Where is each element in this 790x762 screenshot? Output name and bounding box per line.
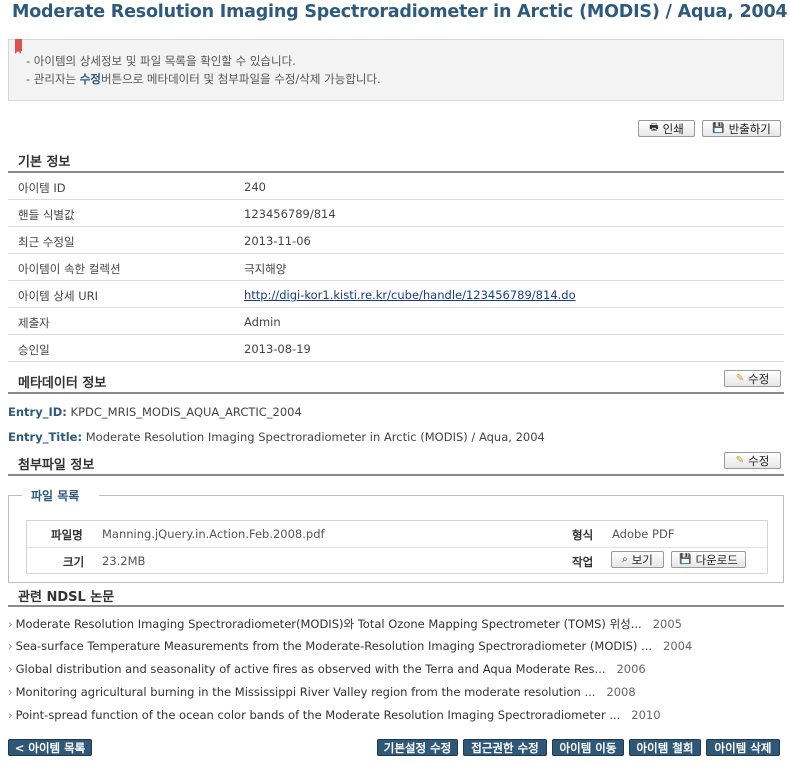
info-row-modified: 최근 수정일 2013-11-06 — [8, 227, 784, 254]
action-header: 작업 — [572, 555, 594, 569]
page-title: Moderate Resolution Imaging Spectroradio… — [12, 2, 788, 22]
list-item[interactable]: › Moderate Resolution Imaging Spectroradi… — [8, 616, 682, 632]
print-button[interactable]: 🖶 인쇄 — [638, 120, 695, 137]
item-list-button[interactable]: < 아이템 목록 — [8, 739, 92, 756]
filename-header: 파일명 — [51, 528, 83, 542]
metadata-title: 메타데이터 정보 — [18, 376, 107, 391]
info-row-submitter: 제출자 Admin — [8, 308, 784, 335]
ndsl-title: 관련 NDSL 논문 — [18, 590, 115, 605]
notice-box: - 아이템의 상세정보 및 파일 목록을 확인할 수 있습니다. - 관리자는 … — [8, 39, 784, 101]
item-delete-button[interactable]: 아이템 삭제 — [706, 739, 780, 756]
size-header: 크기 — [63, 555, 85, 569]
basic-settings-edit-button[interactable]: 기본설정 수정 — [377, 739, 458, 756]
info-row-collection: 아이템이 속한 컬렉션 극지해양 — [8, 254, 784, 281]
section-divider — [8, 605, 784, 607]
size-value: 23.2MB — [102, 554, 146, 568]
file-list-legend: 파일 목록 — [31, 489, 80, 503]
info-row-handle: 핸들 식별값 123456789/814 — [8, 200, 784, 227]
attachments-title: 첨부파일 정보 — [18, 458, 95, 473]
access-rights-edit-button[interactable]: 접근권한 수정 — [463, 739, 547, 756]
format-header: 형식 — [572, 528, 594, 542]
folder-edit-icon: ✎ — [735, 455, 745, 466]
list-item[interactable]: › Sea-surface Temperature Measurements fr… — [8, 639, 692, 653]
file-table: 파일명 Manning.jQuery.in.Action.Feb.2008.pd… — [26, 520, 768, 574]
item-withdraw-button[interactable]: 아이템 철회 — [629, 739, 701, 756]
attachments-edit-button[interactable]: ✎ 수정 — [724, 452, 781, 469]
export-button[interactable]: 💾 반출하기 — [702, 120, 781, 137]
entry-id: Entry_ID: KPDC_MRIS_MODIS_AQUA_ARCTIC_20… — [8, 405, 302, 419]
basic-info-title: 기본 정보 — [18, 155, 71, 170]
info-row-approved: 승인일 2013-08-19 — [8, 335, 784, 362]
metadata-edit-button[interactable]: ✎ 수정 — [724, 370, 781, 387]
format-value: Adobe PDF — [612, 527, 675, 541]
list-item[interactable]: › Point-spread function of the ocean colo… — [8, 708, 661, 722]
folder-edit-icon: ✎ — [735, 373, 745, 384]
info-row-item-id: 아이템 ID 240 — [8, 173, 784, 200]
file-list-fieldset: 파일 목록 파일명 Manning.jQuery.in.Action.Feb.2… — [8, 489, 784, 583]
list-item[interactable]: › Global distribution and seasonality of … — [8, 662, 646, 676]
notice-line-2: - 관리자는 수정버튼으로 메타데이터 및 첨부파일을 수정/삭제 가능합니다. — [26, 72, 381, 86]
bookmark-icon — [15, 39, 22, 54]
info-row-uri: 아이템 상세 URI http://digi-kor1.kisti.re.kr/… — [8, 281, 784, 308]
disk-icon: 💾 — [679, 554, 692, 565]
notice-line-1: - 아이템의 상세정보 및 파일 목록을 확인할 수 있습니다. — [26, 54, 296, 68]
filename-value: Manning.jQuery.in.Action.Feb.2008.pdf — [102, 527, 325, 541]
section-divider — [8, 474, 784, 476]
download-button[interactable]: 💾 다운로드 — [671, 551, 746, 568]
section-divider — [8, 392, 784, 394]
item-move-button[interactable]: 아이템 이동 — [552, 739, 624, 756]
view-button[interactable]: ⌕ 보기 — [611, 551, 664, 568]
disk-icon: 💾 — [712, 123, 725, 134]
printer-icon: 🖶 — [649, 122, 659, 133]
binoculars-icon: ⌕ — [622, 554, 628, 565]
item-uri-link[interactable]: http://digi-kor1.kisti.re.kr/cube/handle… — [244, 288, 576, 302]
list-item[interactable]: › Monitoring agricultural burning in the … — [8, 685, 636, 699]
entry-title: Entry_Title: Moderate Resolution Imaging… — [8, 430, 545, 444]
